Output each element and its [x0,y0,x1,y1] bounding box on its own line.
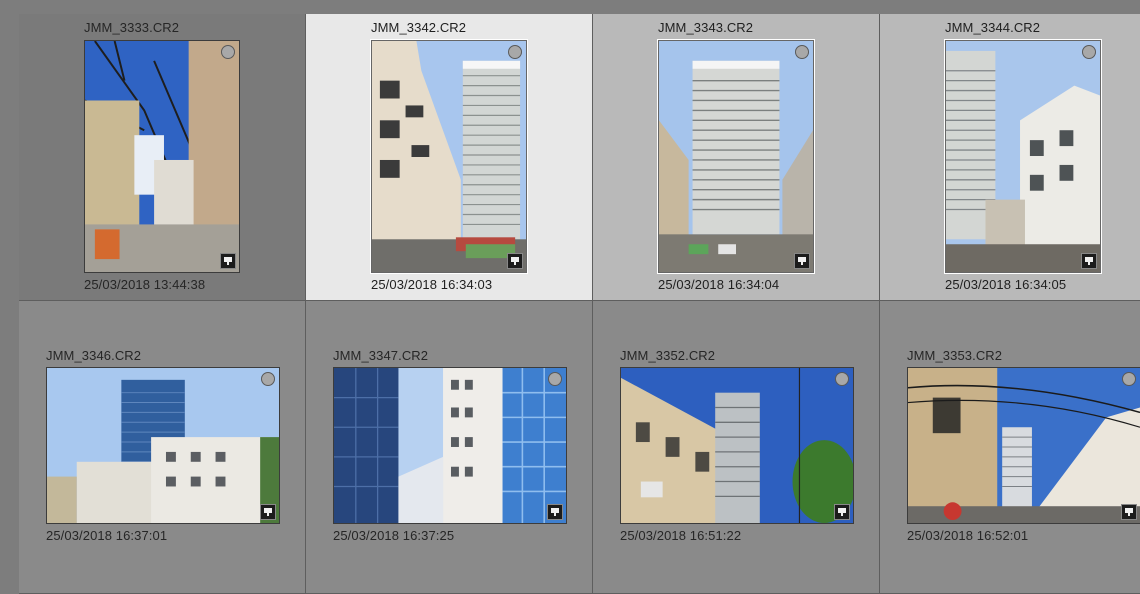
grid-cell[interactable]: JMM_3347.CR2 25/03/2018 16:37:25 [306,301,593,594]
capture-datetime: 25/03/2018 16:34:04 [658,277,780,292]
capture-datetime: 25/03/2018 16:37:01 [46,528,168,543]
photo-thumbnail[interactable] [370,39,528,274]
comment-badge-icon[interactable] [834,504,850,520]
grid-cell[interactable]: JMM_3353.CR2 25/03/2018 16:52:01 [880,301,1140,594]
grid-cell[interactable]: JMM_3346.CR2 25/03/2018 16:37:01 [19,301,306,594]
filename-label: JMM_3343.CR2 [658,20,754,35]
comment-badge-icon[interactable] [794,253,810,269]
comment-badge-icon[interactable] [547,504,563,520]
grid-cell[interactable]: JMM_3343.CR2 25/03/2018 16:34:04 [593,14,880,301]
capture-datetime: 25/03/2018 16:51:22 [620,528,742,543]
pick-flag-icon[interactable] [221,45,235,59]
pick-flag-icon[interactable] [795,45,809,59]
filename-label: JMM_3346.CR2 [46,348,142,363]
filename-label: JMM_3352.CR2 [620,348,716,363]
photo-thumbnail[interactable] [620,367,854,524]
capture-datetime: 25/03/2018 16:34:05 [945,277,1067,292]
pick-flag-icon[interactable] [508,45,522,59]
filmstrip-grid: JMM_3333.CR2 25/03/2018 13:44:38 JMM_334… [19,14,1140,594]
pick-flag-icon[interactable] [1082,45,1096,59]
comment-badge-icon[interactable] [507,253,523,269]
filename-label: JMM_3342.CR2 [371,20,467,35]
capture-datetime: 25/03/2018 16:34:03 [371,277,493,292]
comment-badge-icon[interactable] [260,504,276,520]
photo-thumbnail[interactable] [907,367,1140,524]
capture-datetime: 25/03/2018 13:44:38 [84,277,206,292]
photo-thumbnail[interactable] [657,39,815,274]
photo-thumbnail[interactable] [944,39,1102,274]
filename-label: JMM_3333.CR2 [84,20,180,35]
filename-label: JMM_3344.CR2 [945,20,1041,35]
pick-flag-icon[interactable] [1122,372,1136,386]
pick-flag-icon[interactable] [548,372,562,386]
filename-label: JMM_3347.CR2 [333,348,429,363]
photo-thumbnail[interactable] [333,367,567,524]
grid-cell[interactable]: JMM_3352.CR2 25/03/2018 16:51:22 [593,301,880,594]
comment-badge-icon[interactable] [1081,253,1097,269]
photo-thumbnail[interactable] [84,40,240,273]
grid-cell[interactable]: JMM_3333.CR2 25/03/2018 13:44:38 [19,14,306,301]
capture-datetime: 25/03/2018 16:52:01 [907,528,1029,543]
comment-badge-icon[interactable] [1121,504,1137,520]
filename-label: JMM_3353.CR2 [907,348,1003,363]
grid-cell-selected[interactable]: JMM_3342.CR2 25/03/2018 16:34:03 [306,14,593,301]
pick-flag-icon[interactable] [261,372,275,386]
capture-datetime: 25/03/2018 16:37:25 [333,528,455,543]
grid-cell[interactable]: JMM_3344.CR2 25/03/2018 16:34:05 [880,14,1140,301]
photo-thumbnail[interactable] [46,367,280,524]
comment-badge-icon[interactable] [220,253,236,269]
pick-flag-icon[interactable] [835,372,849,386]
